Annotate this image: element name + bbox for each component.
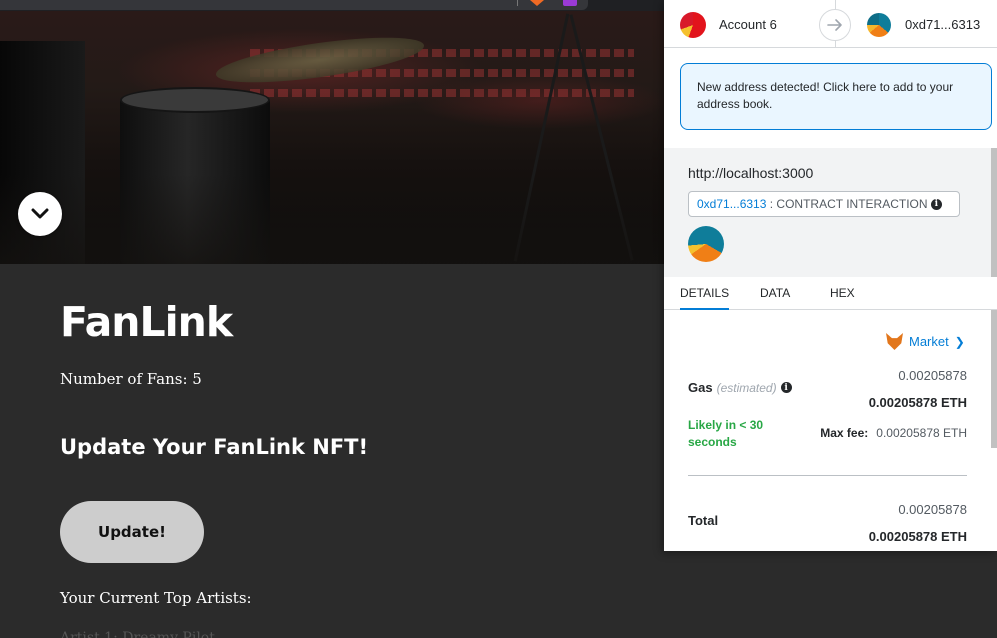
toolbar-separator xyxy=(517,0,518,6)
max-fee-label: Max fee: xyxy=(820,426,869,440)
address-bar[interactable] xyxy=(0,0,588,10)
browser-toolbar xyxy=(0,0,664,11)
chevron-right-icon: ❯ xyxy=(954,334,965,349)
scroll-down-button[interactable] xyxy=(18,192,62,236)
page-title: FanLink xyxy=(60,298,233,346)
new-address-alert[interactable]: New address detected! Click here to add … xyxy=(680,63,992,130)
tab-details[interactable]: DETAILS xyxy=(680,286,730,310)
gas-label: Gas (estimated) i xyxy=(688,380,792,395)
tab-data[interactable]: DATA xyxy=(760,286,790,300)
cymbal-shape xyxy=(213,28,427,92)
extension-icon[interactable] xyxy=(563,0,577,6)
arrow-icon-glyph xyxy=(827,19,842,31)
total-eth-value: 0.00205878 ETH xyxy=(868,529,967,544)
origin-url: http://localhost:3000 xyxy=(688,165,814,181)
origin-section: http://localhost:3000 0xd71...6313 : CON… xyxy=(664,148,997,277)
recipient-address[interactable]: 0xd71...6313 xyxy=(905,17,980,32)
tab-bar: DETAILS DATA HEX xyxy=(664,277,997,310)
top-artists-label: Your Current Top Artists: xyxy=(60,589,252,607)
info-icon[interactable]: i xyxy=(780,382,792,393)
gas-fiat-value: 0.00205878 xyxy=(898,368,967,383)
arrow-right-icon xyxy=(819,9,851,41)
metamask-fox-icon xyxy=(886,333,903,350)
contract-interaction-label: : CONTRACT INTERACTION xyxy=(766,197,931,211)
artist-item: Artist 1: Dreamy Pilot xyxy=(60,630,215,638)
chevron-down-icon xyxy=(31,208,49,219)
account-header: Account 6 0xd71...6313 xyxy=(664,0,997,48)
hero-image xyxy=(0,11,664,264)
tab-hex[interactable]: HEX xyxy=(830,286,855,300)
gas-estimated-text: (estimated) xyxy=(716,380,777,395)
recipient-avatar xyxy=(867,13,891,37)
update-heading: Update Your FanLink NFT! xyxy=(60,435,369,459)
divider xyxy=(688,475,967,476)
contract-address-link[interactable]: 0xd71...6313 xyxy=(697,197,766,211)
gas-label-text: Gas xyxy=(688,380,713,395)
max-fee: Max fee: 0.00205878 ETH xyxy=(820,426,967,440)
contract-identicon xyxy=(688,226,724,262)
market-gas-button[interactable]: Market ❯ xyxy=(886,333,965,350)
floor-shadow xyxy=(0,174,664,264)
max-fee-value: 0.00205878 ETH xyxy=(876,426,967,440)
account-avatar xyxy=(680,12,706,38)
metamask-popup: Account 6 0xd71...6313 New address detec… xyxy=(664,0,997,551)
from-account-name[interactable]: Account 6 xyxy=(719,17,777,32)
info-icon[interactable]: i xyxy=(930,198,942,210)
total-label: Total xyxy=(688,513,719,528)
contract-interaction-pill: 0xd71...6313 : CONTRACT INTERACTION i xyxy=(688,191,960,217)
seat-row xyxy=(250,89,634,97)
fan-count: Number of Fans: 5 xyxy=(60,370,202,388)
update-button[interactable]: Update! xyxy=(60,501,204,563)
drum-head-shape xyxy=(120,87,270,113)
total-fiat-value: 0.00205878 xyxy=(898,502,967,517)
gas-eth-value: 0.00205878 ETH xyxy=(868,395,967,410)
likely-time-text: Likely in < 30 seconds xyxy=(688,418,764,449)
market-label: Market xyxy=(909,334,949,349)
